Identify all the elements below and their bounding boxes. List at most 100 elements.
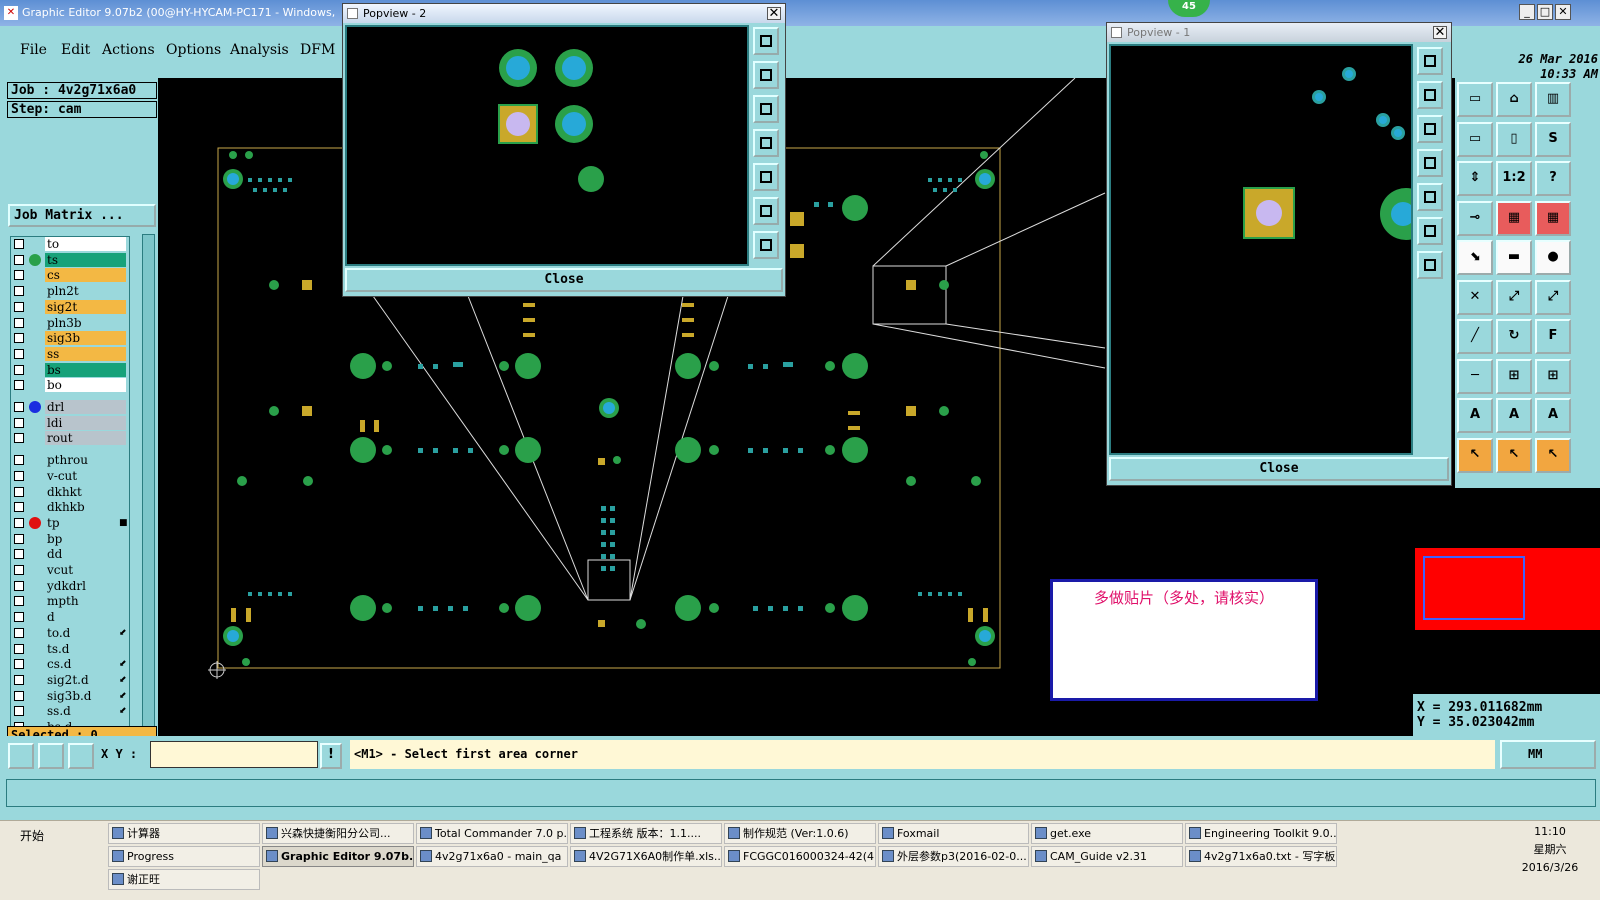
taskbar-item[interactable]: Progress [108,846,260,867]
layer-checkbox[interactable] [14,301,24,312]
popview-1-titlebar[interactable]: Popview - 1 ✕ [1107,23,1451,42]
layer-row-dkhkb[interactable]: dkhkb [11,500,129,515]
layer-checkbox[interactable] [14,565,24,575]
tool-button-24[interactable]: ⊞ [1535,358,1571,394]
taskbar-item[interactable]: 兴森快捷衡阳分公司... [262,823,414,844]
popview-2-tool-7[interactable] [753,231,779,259]
popview-2-tool-1[interactable] [753,27,779,55]
tool-button-21[interactable]: F [1535,319,1571,354]
taskbar-item[interactable]: 4v2g71x6a0.txt - 写字板 [1185,846,1337,867]
layer-row-to[interactable]: to [11,237,129,251]
tool-button-16[interactable]: ✕ [1457,279,1493,315]
popview-1-tool-5[interactable] [1417,183,1443,211]
taskbar-item[interactable]: CAM_Guide v2.31 [1031,846,1183,867]
layer-checkbox[interactable] [14,627,24,638]
popview-1-viewport[interactable] [1109,44,1432,455]
snap-icon[interactable] [8,743,34,769]
layer-checkbox[interactable] [14,659,24,670]
layer-checkbox[interactable] [14,486,24,497]
tool-button-15[interactable]: ● [1535,240,1571,275]
layer-row-tp[interactable]: tp ■ [11,515,129,530]
layer-checkbox[interactable] [14,433,24,444]
layer-row-to-d[interactable]: to.d ⬋ [11,625,129,640]
popview-1-tool-7[interactable] [1417,251,1443,279]
popview-1-tool-6[interactable] [1417,217,1443,245]
tool-button-30[interactable]: ↖ [1535,437,1571,473]
tool-button-22[interactable]: ─ [1457,358,1493,394]
layer-row-mpth[interactable]: mpth [11,594,129,609]
layer-checkbox[interactable] [14,549,24,560]
layer-checkbox[interactable] [14,690,24,701]
popview-2-tool-2[interactable] [753,61,779,89]
layer-checkbox[interactable] [14,596,24,607]
layer-row-d[interactable]: d [11,610,129,625]
close-button[interactable]: ✕ [1555,4,1571,20]
menu-actions[interactable]: Actions [102,42,155,58]
taskbar-item[interactable]: 4V2G71X6A0制作单.xls... [570,846,722,867]
layer-row-dd[interactable]: dd [11,547,129,562]
taskbar-item[interactable]: Graphic Editor 9.07b... [262,846,414,867]
layer-row-pthrou[interactable]: pthrou [11,453,129,468]
layer-checkbox[interactable] [14,417,24,428]
taskbar-item[interactable]: get.exe [1031,823,1183,844]
layer-checkbox[interactable] [14,580,24,591]
layer-row-ts[interactable]: ts [11,252,129,267]
tool-button-28[interactable]: ↖ [1457,437,1493,473]
tool-button-9[interactable]: ? [1535,161,1571,196]
layer-checkbox[interactable] [14,333,24,344]
popview-1-close-button[interactable]: Close [1109,457,1449,481]
layer-checkbox[interactable] [14,517,24,528]
layer-row-sig3b[interactable]: sig3b [11,331,129,346]
taskbar-item[interactable]: 计算器 [108,823,260,844]
layer-row-ts-d[interactable]: ts.d [11,641,129,656]
layer-checkbox[interactable] [14,706,24,717]
taskbar-item[interactable]: Foxmail [878,823,1029,844]
layer-row-pln2t[interactable]: pln2t [11,284,129,299]
tool-button-10[interactable]: ⊸ [1457,200,1493,236]
layer-checkbox[interactable] [14,239,24,249]
xy-input[interactable] [150,741,318,768]
menu-file[interactable]: File [20,42,47,58]
tool-button-1[interactable]: ▭ [1457,82,1493,117]
annotation-note[interactable]: 多做贴片（多处，请核实） [1050,579,1318,701]
job-matrix-button[interactable]: Job Matrix ... [8,204,156,227]
taskbar-item[interactable]: 工程系统 版本：1.1.... [570,823,722,844]
layer-checkbox[interactable] [14,270,24,281]
layer-checkbox[interactable] [14,348,24,359]
layer-checkbox[interactable] [14,643,24,654]
overview-window[interactable] [1415,548,1600,630]
tool-button-3[interactable]: ▥ [1535,82,1571,117]
layer-checkbox[interactable] [14,317,24,328]
layer-row-drl[interactable]: drl [11,400,129,414]
tool-button-13[interactable]: ⬊ [1457,240,1493,275]
popview-2-close-button[interactable]: Close [345,268,783,292]
layer-row-vcut[interactable]: vcut [11,563,129,577]
layer-checkbox[interactable] [14,470,24,481]
tool-button-27[interactable]: A [1535,398,1571,433]
taskbar-item[interactable]: Engineering Toolkit 9.0... [1185,823,1337,844]
units-select[interactable]: MM [1500,740,1596,769]
layer-row-bo[interactable]: bo [11,378,129,393]
layer-checkbox[interactable] [14,254,24,265]
layer-row-sig3b-d[interactable]: sig3b.d ⬋ [11,688,129,703]
tool-button-14[interactable]: ▬ [1496,240,1532,275]
menu-options[interactable]: Options [166,42,221,58]
layer-checkbox[interactable] [14,502,24,513]
popview-1-tool-4[interactable] [1417,149,1443,177]
tool-button-4[interactable]: ▭ [1457,121,1493,157]
layer-checkbox[interactable] [14,674,24,685]
taskbar-item[interactable]: 外层参数p3(2016-02-0... [878,846,1029,867]
tool-button-6[interactable]: S [1535,121,1571,157]
menu-dfm[interactable]: DFM [300,42,335,58]
tool-button-7[interactable]: ⇕ [1457,161,1493,196]
minimize-button[interactable]: _ [1519,4,1535,20]
tool-button-19[interactable]: ╱ [1457,319,1493,354]
layer-checkbox[interactable] [14,380,24,391]
menu-edit[interactable]: Edit [61,42,90,58]
taskbar-item[interactable]: 4v2g71x6a0 - main_qa [416,846,568,867]
layer-checkbox[interactable] [14,612,24,623]
tool-button-20[interactable]: ↻ [1496,319,1532,354]
tool-button-11[interactable]: ▦ [1496,200,1532,236]
layer-row-v-cut[interactable]: v-cut [11,468,129,483]
tool-button-8[interactable]: 1:2 [1496,161,1532,196]
